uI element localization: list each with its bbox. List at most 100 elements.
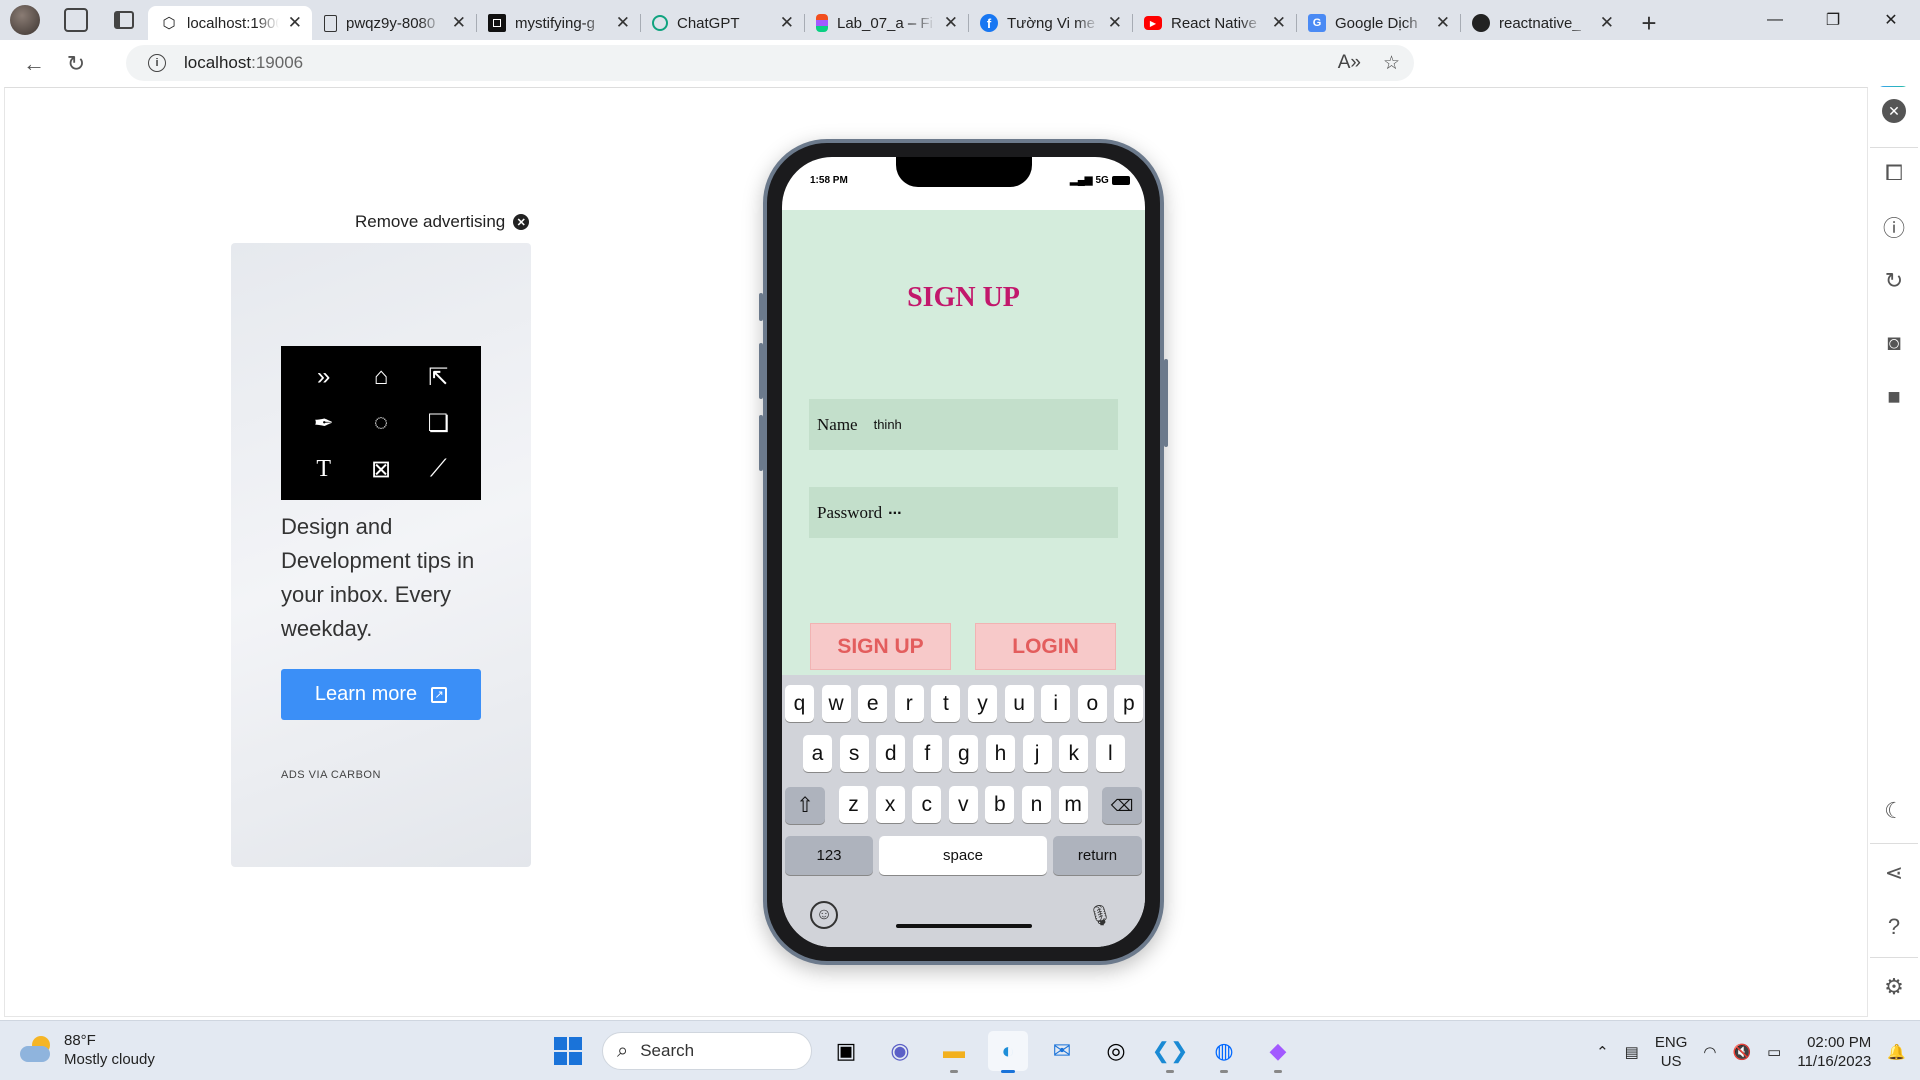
figma-app-icon[interactable]: ◆	[1258, 1031, 1298, 1073]
key-t[interactable]: t	[931, 685, 961, 722]
password-input[interactable]: ...	[888, 501, 901, 519]
close-tab-icon[interactable]: ✕	[1600, 13, 1614, 33]
show-hidden-icons-chevron-icon[interactable]: ⌃	[1596, 1043, 1609, 1061]
key-r[interactable]: r	[894, 685, 924, 722]
zalo-icon[interactable]: ◍	[1204, 1031, 1244, 1073]
key-m[interactable]: m	[1058, 786, 1088, 823]
favorite-star-icon[interactable]: ☆	[1383, 52, 1400, 75]
vscode-icon[interactable]: ❮❯	[1150, 1031, 1190, 1073]
key-j[interactable]: j	[1022, 735, 1052, 772]
taskbar-search[interactable]: ⌕ Search	[602, 1032, 812, 1070]
close-tab-icon[interactable]: ✕	[780, 13, 794, 33]
close-tab-icon[interactable]: ✕	[1272, 13, 1286, 33]
tab-github[interactable]: reactnative_ ✕	[1460, 6, 1624, 40]
teams-chat-icon[interactable]: ◉	[880, 1031, 920, 1071]
tab-actions-icon[interactable]	[114, 11, 134, 29]
close-tab-icon[interactable]: ✕	[944, 13, 958, 33]
close-tab-icon[interactable]: ✕	[452, 13, 466, 33]
close-tab-icon[interactable]: ✕	[616, 13, 630, 33]
key-y[interactable]: y	[968, 685, 997, 722]
key-l[interactable]: l	[1095, 735, 1125, 772]
edge-browser-icon[interactable]: ◐	[988, 1031, 1028, 1073]
close-panel-icon[interactable]: ✕	[1876, 93, 1912, 129]
address-url[interactable]: localhost:19006	[184, 53, 303, 73]
dark-mode-icon[interactable]: ☾	[1876, 793, 1912, 829]
ads-via-carbon-link[interactable]: ADS VIA CARBON	[281, 769, 381, 781]
tab-mystifying[interactable]: mystifying-g ✕	[476, 6, 640, 40]
help-icon[interactable]: ?	[1876, 909, 1912, 945]
key-f[interactable]: f	[912, 735, 942, 772]
dell-icon[interactable]: ◎	[1096, 1031, 1136, 1071]
site-info-icon[interactable]: i	[148, 54, 166, 72]
key-n[interactable]: n	[1022, 786, 1051, 823]
key-z[interactable]: z	[839, 786, 868, 823]
weather-widget[interactable]: 88°F Mostly cloudy	[20, 1031, 155, 1069]
key-e[interactable]: e	[858, 685, 888, 722]
microphone-icon[interactable]: 🎙	[1087, 901, 1112, 929]
key-w[interactable]: w	[821, 685, 851, 722]
key-g[interactable]: g	[949, 735, 979, 772]
ad-text[interactable]: Design and Development tips in your inbo…	[281, 510, 496, 646]
key-o[interactable]: o	[1077, 685, 1107, 722]
profile-avatar[interactable]	[10, 5, 40, 35]
windows-start-icon[interactable]	[548, 1031, 588, 1071]
key-p[interactable]: p	[1114, 685, 1144, 722]
key-h[interactable]: h	[986, 735, 1015, 772]
workspaces-icon[interactable]	[64, 8, 88, 32]
input-method-icon[interactable]: ▤	[1625, 1043, 1639, 1061]
tab-lab07[interactable]: Lab_07_a – Fi ✕	[804, 6, 968, 40]
emoji-icon[interactable]: ☺	[810, 901, 838, 929]
wifi-icon[interactable]: ◠	[1703, 1043, 1716, 1061]
back-button[interactable]: ←	[14, 44, 54, 84]
notification-bell-icon[interactable]: 🔔	[1887, 1043, 1906, 1061]
language-indicator[interactable]: ENG US	[1655, 1033, 1688, 1071]
tab-google-translate[interactable]: G Google Dịch ✕	[1296, 6, 1460, 40]
key-q[interactable]: q	[785, 685, 814, 722]
camera-icon[interactable]: ◙	[1876, 325, 1912, 361]
backspace-key[interactable]: ⌫	[1102, 787, 1142, 824]
numbers-key[interactable]: 123	[785, 836, 873, 875]
refresh-button[interactable]: ↻	[56, 44, 96, 84]
new-tab-button[interactable]: +	[1632, 6, 1666, 40]
tab-chatgpt[interactable]: ChatGPT ✕	[640, 6, 804, 40]
key-s[interactable]: s	[839, 735, 869, 772]
return-key[interactable]: return	[1053, 836, 1142, 875]
key-d[interactable]: d	[876, 735, 906, 772]
carbon-ad[interactable]: » ⌂ ⇱ ✒ ◌ ❏ T ⊠ ⟋ Design and Development…	[231, 243, 531, 867]
restore-button[interactable]: ❐	[1804, 0, 1862, 40]
volume-muted-icon[interactable]: 🔇	[1732, 1043, 1751, 1061]
mail-icon[interactable]: ✉	[1042, 1031, 1082, 1071]
clock[interactable]: 02:00 PM 11/16/2023	[1797, 1033, 1871, 1071]
tab-localhost[interactable]: ⬡ localhost:19006 ✕	[148, 6, 312, 40]
close-tab-icon[interactable]: ✕	[288, 13, 302, 33]
password-field[interactable]: Password ...	[809, 487, 1118, 538]
task-view-icon[interactable]: ▣	[826, 1031, 866, 1071]
rotate-icon[interactable]: ↻	[1876, 263, 1912, 299]
tab-pwqz9y[interactable]: pwqz9y-8080 ✕	[312, 6, 476, 40]
share-icon[interactable]: ⋖	[1876, 855, 1912, 891]
settings-gear-icon[interactable]: ⚙	[1876, 969, 1912, 1005]
shift-key[interactable]: ⇧	[785, 787, 825, 824]
file-explorer-icon[interactable]: ▬	[934, 1031, 974, 1073]
close-tab-icon[interactable]: ✕	[1108, 13, 1122, 33]
read-aloud-icon[interactable]: A»	[1338, 52, 1361, 75]
remove-advertising-link[interactable]: Remove advertising ✕	[355, 212, 530, 232]
key-a[interactable]: a	[803, 735, 832, 772]
learn-more-button[interactable]: Learn more ↗	[281, 669, 481, 720]
key-u[interactable]: u	[1004, 685, 1034, 722]
video-icon[interactable]: ■	[1876, 379, 1912, 415]
address-bar[interactable]: i localhost:19006 A» ☆	[126, 45, 1414, 81]
close-tab-icon[interactable]: ✕	[1436, 13, 1450, 33]
name-field[interactable]: Name thinh	[809, 399, 1118, 450]
key-x[interactable]: x	[875, 786, 905, 823]
key-c[interactable]: c	[912, 786, 942, 823]
name-input[interactable]: thinh	[874, 417, 902, 432]
battery-tray-icon[interactable]: ▭	[1767, 1043, 1781, 1061]
minimize-button[interactable]: —	[1746, 0, 1804, 40]
info-icon[interactable]: ⓘ	[1876, 209, 1912, 245]
ad-image[interactable]: » ⌂ ⇱ ✒ ◌ ❏ T ⊠ ⟋	[281, 346, 481, 500]
signup-button[interactable]: SIGN UP	[810, 623, 951, 670]
key-i[interactable]: i	[1041, 685, 1071, 722]
key-v[interactable]: v	[948, 786, 978, 823]
tab-facebook[interactable]: f Tường Vi me ✕	[968, 6, 1132, 40]
